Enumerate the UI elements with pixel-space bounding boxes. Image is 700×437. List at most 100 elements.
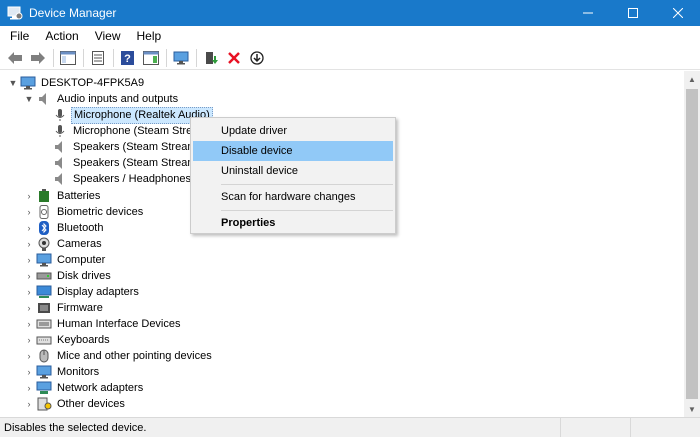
bluetooth-icon <box>36 221 52 235</box>
computer-icon <box>20 76 36 90</box>
tree-node-label: Batteries <box>57 189 101 202</box>
tree-category-firmware[interactable]: › Firmware <box>24 300 105 316</box>
properties-button[interactable] <box>87 48 109 68</box>
hid-icon <box>36 317 52 331</box>
tree-node-label: Computer <box>57 253 106 266</box>
speaker-icon <box>52 140 68 154</box>
menu-item-scan-hardware[interactable]: Scan for hardware changes <box>193 187 393 207</box>
tree-category-bluetooth[interactable]: › Bluetooth <box>24 220 105 236</box>
computer-icon <box>36 253 52 267</box>
chevron-right-icon[interactable]: › <box>24 252 34 268</box>
context-menu: Update driver Disable device Uninstall d… <box>190 117 396 234</box>
chevron-right-icon[interactable]: › <box>24 380 34 396</box>
forward-arrow-icon <box>31 51 45 64</box>
chevron-right-icon[interactable]: › <box>24 396 34 412</box>
scrollbar-thumb[interactable] <box>686 89 698 399</box>
tree-category-batteries[interactable]: › Batteries <box>24 188 102 204</box>
download-driver-button[interactable] <box>246 48 268 68</box>
tree-category-hid[interactable]: › Human Interface Devices <box>24 316 183 332</box>
tree-category-network-adapters[interactable]: › Network adapters <box>24 380 145 396</box>
toolbar-separator <box>53 48 54 67</box>
menu-view[interactable]: View <box>87 26 129 46</box>
menu-item-disable-device[interactable]: Disable device <box>193 141 393 161</box>
scroll-down-icon[interactable]: ▼ <box>684 401 700 417</box>
chevron-right-icon[interactable]: › <box>24 332 34 348</box>
back-button[interactable] <box>4 48 26 68</box>
download-driver-icon <box>250 50 264 65</box>
tree-node-label: Audio inputs and outputs <box>57 92 179 105</box>
back-arrow-icon <box>8 51 22 64</box>
tree-category-biometric[interactable]: › Biometric devices <box>24 204 145 220</box>
chevron-right-icon[interactable]: › <box>24 300 34 316</box>
title-bar: Device Manager <box>0 0 700 26</box>
chevron-right-icon[interactable]: › <box>24 188 34 204</box>
update-driver-button[interactable] <box>200 48 222 68</box>
forward-button[interactable] <box>27 48 49 68</box>
toolbar: ? <box>0 46 700 70</box>
menu-help[interactable]: Help <box>129 26 170 46</box>
chevron-right-icon[interactable]: › <box>24 348 34 364</box>
menu-separator <box>221 184 393 185</box>
tree-node-label: Bluetooth <box>57 221 104 234</box>
speaker-icon <box>52 172 68 186</box>
vertical-scrollbar[interactable]: ▲ ▼ <box>684 71 700 417</box>
camera-icon <box>36 237 52 251</box>
menu-action[interactable]: Action <box>37 26 86 46</box>
tree-category-keyboards[interactable]: › Keyboards <box>24 332 112 348</box>
tree-category-cameras[interactable]: › Cameras <box>24 236 104 252</box>
disk-drive-icon <box>36 269 52 283</box>
show-hide-console-tree-icon <box>60 50 76 65</box>
minimize-button[interactable] <box>565 0 610 26</box>
help-button[interactable]: ? <box>117 48 139 68</box>
chevron-right-icon[interactable]: › <box>24 236 34 252</box>
tree-node-label: Other devices <box>57 397 125 410</box>
chevron-right-icon[interactable]: › <box>24 268 34 284</box>
tree-category-display-adapters[interactable]: › Display adapters <box>24 284 141 300</box>
tree-node-label: DESKTOP-4FPK5A9 <box>41 76 145 89</box>
chevron-right-icon[interactable]: › <box>24 316 34 332</box>
fingerprint-icon <box>36 205 52 219</box>
tree-category-other-devices[interactable]: › Other devices <box>24 396 127 412</box>
chevron-right-icon[interactable]: › <box>24 220 34 236</box>
minimize-icon <box>582 12 593 14</box>
svg-text:?: ? <box>124 53 131 65</box>
toolbar-separator <box>113 48 114 67</box>
tree-category-mice[interactable]: › Mice and other pointing devices <box>24 348 214 364</box>
tree-device-microphone-realtek[interactable]: Microphone (Realtek Audio) <box>50 106 213 124</box>
uninstall-x-icon <box>228 51 240 64</box>
menu-file[interactable]: File <box>2 26 37 46</box>
other-devices-icon <box>36 397 52 411</box>
speaker-icon <box>52 156 68 170</box>
tree-node-label: Cameras <box>57 237 102 250</box>
close-button[interactable] <box>655 0 700 26</box>
tree-node-label: Network adapters <box>57 381 144 394</box>
menu-bar: File Action View Help <box>0 26 700 46</box>
scroll-up-icon[interactable]: ▲ <box>684 71 700 87</box>
tree-node-root[interactable]: ▼ DESKTOP-4FPK5A9 <box>8 75 146 91</box>
menu-item-uninstall-device[interactable]: Uninstall device <box>193 161 393 181</box>
tree-category-disk-drives[interactable]: › Disk drives <box>24 268 113 284</box>
mouse-icon <box>36 349 52 363</box>
toolbar-separator <box>83 48 84 67</box>
tree-node-label: Mice and other pointing devices <box>57 349 212 362</box>
tree-category-computer[interactable]: › Computer <box>24 252 107 268</box>
tree-node-label: Disk drives <box>57 269 111 282</box>
action-pane-button[interactable] <box>140 48 162 68</box>
tree-category-monitors[interactable]: › Monitors <box>24 364 101 380</box>
chevron-down-icon[interactable]: ▼ <box>8 75 18 91</box>
menu-item-properties[interactable]: Properties <box>193 213 393 233</box>
properties-sheet-icon <box>92 50 104 65</box>
uninstall-button[interactable] <box>223 48 245 68</box>
update-driver-icon <box>206 51 218 64</box>
tree-category-audio[interactable]: ▼ Audio inputs and outputs <box>24 91 180 107</box>
chevron-right-icon[interactable]: › <box>24 284 34 300</box>
scan-hardware-button[interactable] <box>170 48 192 68</box>
chevron-right-icon[interactable]: › <box>24 364 34 380</box>
maximize-button[interactable] <box>610 0 655 26</box>
menu-item-update-driver[interactable]: Update driver <box>193 121 393 141</box>
show-hide-console-tree-button[interactable] <box>57 48 79 68</box>
chevron-right-icon[interactable]: › <box>24 204 34 220</box>
microphone-icon <box>52 108 68 122</box>
chevron-down-icon[interactable]: ▼ <box>24 91 34 107</box>
status-cell <box>630 418 700 437</box>
